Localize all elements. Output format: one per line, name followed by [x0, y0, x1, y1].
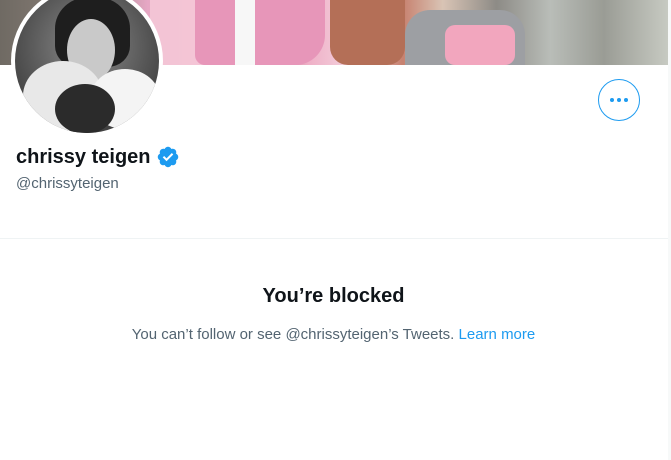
verified-badge-icon: [157, 146, 178, 168]
banner-photo-part: [195, 0, 325, 65]
banner-photo-part: [235, 0, 255, 65]
profile-handle: @chrissyteigen: [16, 175, 119, 192]
more-horizontal-icon: [610, 98, 628, 102]
more-options-button[interactable]: [598, 79, 640, 121]
avatar-fur: [55, 84, 115, 133]
display-name: chrissy teigen: [16, 145, 151, 168]
divider: [0, 238, 671, 239]
learn-more-link[interactable]: Learn more: [459, 326, 536, 343]
avatar-photo: [15, 0, 159, 133]
blocked-message: You can’t follow or see @chrissyteigen’s…: [131, 326, 455, 343]
profile-name-row: chrissy teigen: [16, 145, 180, 169]
blocked-title: You’re blocked: [262, 285, 405, 307]
banner-photo-part: [445, 25, 515, 65]
banner-photo-part: [330, 0, 405, 65]
blocked-message-line: You can’t follow or see @chrissyteigen’s…: [0, 326, 667, 343]
avatar[interactable]: [11, 0, 163, 137]
